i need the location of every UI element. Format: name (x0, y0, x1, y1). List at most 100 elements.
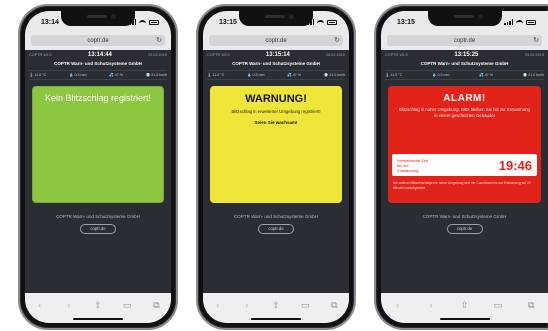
phone-green: 13:14 coptr.de ↻ COPTR WI-S 13:14:44 25.… (18, 4, 178, 330)
header-left: COPTR WI-S (207, 53, 230, 57)
browser-toolbar: ‹ › ⇧ ▭ ⧉ (381, 293, 548, 323)
precipitation: 💧 0.3 mm (247, 73, 265, 77)
status-panel-green: Kein Blitzschlag registriert! (32, 86, 164, 203)
url-bar[interactable]: coptr.de ↻ (387, 35, 542, 46)
url-bar[interactable]: coptr.de ↻ (31, 35, 165, 46)
screen: 13:15 coptr.de ↻ COPTR WI-S 13:15:25 25.… (381, 11, 548, 323)
countdown-timer: 19:46 (498, 157, 532, 173)
status-time: 13:15 (397, 18, 415, 26)
status-time: 13:14 (41, 18, 59, 26)
home-indicator[interactable] (73, 317, 123, 320)
share-icon[interactable]: ⇧ (91, 300, 105, 310)
footer-company: COPTR Warn- und Schutzsysteme GmbH (56, 214, 140, 219)
header-left: COPTR WI-S (29, 53, 52, 57)
url-text: coptr.de (453, 37, 476, 44)
tabs-icon[interactable]: ⧉ (149, 300, 163, 310)
page-header: COPTR WI-S 13:15:25 25.02.2019 (385, 50, 544, 60)
page-content: COPTR WI-S 13:15:14 25.02.2019 COPTR War… (203, 50, 349, 234)
back-icon[interactable]: ‹ (391, 300, 405, 310)
signal-icon (504, 19, 513, 25)
status-panel-red: ALARM! Blitzschlag in naher Umgebung. Bi… (388, 86, 541, 203)
footer-company: COPTR Warn- und Schutzsysteme GmbH (234, 214, 318, 219)
company-name: COPTR Warn- und Schutzsysteme GmbH (420, 61, 509, 66)
bookmarks-icon[interactable]: ▭ (298, 300, 312, 310)
page-header: COPTR WI-S 13:15:14 25.02.2019 (207, 50, 345, 60)
humidity: 💦 47 % (479, 73, 493, 77)
home-indicator[interactable] (251, 317, 301, 320)
sensor-row: 🌡 11.0 °C 💧 0.3 mm 💦 47 % 💨 21.0 km/h (29, 70, 167, 80)
precipitation: 💧 0.3 mm (69, 73, 87, 77)
wind-speed: 💨 21.0 km/h (522, 73, 544, 77)
alarm-message: Blitzschlag in naher Umgebung. Bitte ble… (399, 107, 530, 118)
browser-toolbar: ‹ › ⇧ ▭ ⧉ (203, 293, 349, 323)
reload-icon[interactable]: ↻ (334, 36, 340, 45)
tabs-icon[interactable]: ⧉ (327, 300, 341, 310)
warning-message: Blitzschlag in erweiterter Umgebung regi… (231, 109, 321, 114)
phone-yellow: 13:15 coptr.de ↻ COPTR WI-S 13:15:14 25.… (196, 4, 356, 330)
notch (239, 11, 313, 26)
battery-icon (327, 19, 337, 25)
url-text: coptr.de (87, 37, 109, 44)
wifi-icon (516, 19, 523, 25)
precipitation: 💧 0.3 mm (432, 73, 450, 77)
countdown-box: Verbleibende Zeit bis zur Entwarnung: 19… (392, 154, 537, 176)
wifi-icon (139, 19, 146, 25)
website-button[interactable]: coptr.de (258, 224, 294, 234)
phone-red: 13:15 coptr.de ↻ COPTR WI-S 13:15:25 25.… (374, 4, 548, 330)
page-header: COPTR WI-S 13:14:44 25.02.2019 (29, 50, 167, 60)
forward-icon[interactable]: › (240, 300, 254, 310)
page-content: COPTR WI-S 13:15:25 25.02.2019 COPTR War… (381, 50, 548, 234)
header-clock: 13:14:44 (87, 52, 112, 58)
notch (61, 11, 135, 26)
status-time: 13:15 (219, 18, 237, 26)
warning-subtext: Seien Sie wachsam! (254, 120, 298, 125)
header-left: COPTR WI-S (385, 53, 408, 57)
header-clock: 13:15:25 (454, 52, 479, 58)
warning-title: WARNUNG! (245, 93, 307, 105)
sensor-row: 🌡 11.0 °C 💧 0.3 mm 💦 47 % 💨 21.0 km/h (385, 70, 544, 80)
header-date: 25.02.2019 (524, 53, 544, 57)
alarm-note: Bei weiteren Blitzeinschlägen in naher U… (393, 181, 531, 190)
wind-speed: 💨 21.0 km/h (145, 73, 167, 77)
status-message: Kein Blitzschlag registriert! (44, 93, 152, 103)
battery-icon (149, 19, 159, 25)
temperature: 🌡 11.0 °C (385, 73, 403, 77)
countdown-label: Verbleibende Zeit bis zur Entwarnung: (397, 157, 429, 173)
share-icon[interactable]: ⇧ (457, 300, 471, 310)
bookmarks-icon[interactable]: ▭ (491, 300, 505, 310)
home-indicator[interactable] (439, 317, 490, 320)
url-bar[interactable]: coptr.de ↻ (209, 35, 343, 46)
forward-icon[interactable]: › (62, 300, 76, 310)
humidity: 💦 47 % (287, 73, 301, 77)
wind-speed: 💨 21.0 km/h (323, 73, 345, 77)
header-date: 25.02.2019 (147, 53, 167, 57)
screen: 13:15 coptr.de ↻ COPTR WI-S 13:15:14 25.… (203, 11, 349, 323)
alarm-title: ALARM! (443, 93, 486, 104)
header-date: 25.02.2019 (325, 53, 345, 57)
browser-toolbar: ‹ › ⇧ ▭ ⧉ (25, 293, 171, 323)
footer-company: COPTR Warn- und Schutzsysteme GmbH (422, 214, 507, 219)
status-panel-yellow: WARNUNG! Blitzschlag in erweiterter Umge… (210, 86, 342, 203)
forward-icon[interactable]: › (424, 300, 438, 310)
reload-icon[interactable]: ↻ (533, 36, 539, 45)
temperature: 🌡 11.0 °C (207, 73, 225, 77)
url-text: coptr.de (265, 37, 287, 44)
reload-icon[interactable]: ↻ (156, 36, 162, 45)
company-name: COPTR Warn- und Schutzsysteme GmbH (232, 61, 320, 66)
notch (427, 11, 502, 26)
page-content: COPTR WI-S 13:14:44 25.02.2019 COPTR War… (25, 50, 171, 234)
back-icon[interactable]: ‹ (211, 300, 225, 310)
wifi-icon (317, 19, 324, 25)
screen: 13:14 coptr.de ↻ COPTR WI-S 13:14:44 25.… (25, 11, 171, 323)
bookmarks-icon[interactable]: ▭ (120, 300, 134, 310)
back-icon[interactable]: ‹ (33, 300, 47, 310)
website-button[interactable]: coptr.de (446, 224, 483, 234)
battery-icon (526, 19, 536, 25)
share-icon[interactable]: ⇧ (269, 300, 283, 310)
humidity: 💦 47 % (109, 73, 123, 77)
tabs-icon[interactable]: ⧉ (524, 300, 538, 310)
sensor-row: 🌡 11.0 °C 💧 0.3 mm 💦 47 % 💨 21.0 km/h (207, 70, 345, 80)
company-name: COPTR Warn- und Schutzsysteme GmbH (54, 61, 142, 66)
website-button[interactable]: coptr.de (80, 224, 116, 234)
temperature: 🌡 11.0 °C (29, 73, 47, 77)
